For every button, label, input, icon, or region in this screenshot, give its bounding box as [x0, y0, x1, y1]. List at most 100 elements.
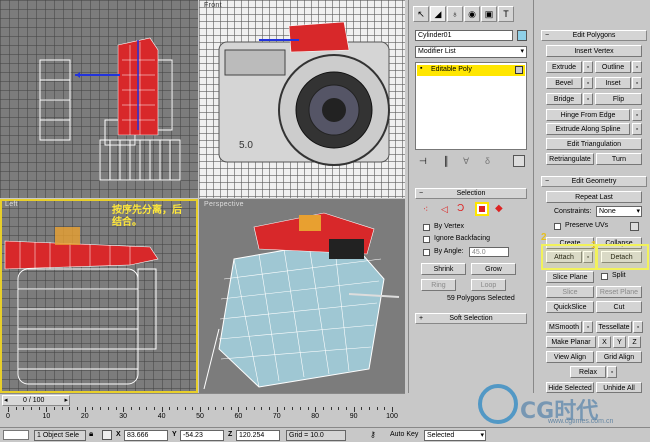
- view-align-button[interactable]: View Align: [546, 351, 594, 363]
- angle-spinner[interactable]: 45.0: [469, 247, 509, 257]
- insert-vertex-button[interactable]: Insert Vertex: [546, 45, 642, 57]
- utilities-icon[interactable]: T: [498, 6, 514, 22]
- hide-selected-button[interactable]: Hide Selected: [546, 382, 594, 393]
- stack-item-editable-poly[interactable]: ▪ Editable Poly: [417, 65, 525, 76]
- vertex-icon[interactable]: ⁖: [423, 204, 428, 215]
- quickslice-button[interactable]: QuickSlice: [546, 301, 594, 313]
- edge-icon[interactable]: ◁: [441, 204, 448, 215]
- loop-button[interactable]: Loop: [471, 279, 506, 291]
- outline-settings-button[interactable]: ▫: [632, 61, 642, 73]
- inset-settings-button[interactable]: ▫: [632, 77, 642, 89]
- x-coordinate[interactable]: 83.666: [124, 430, 168, 441]
- bevel-button[interactable]: Bevel: [546, 77, 582, 89]
- unhide-all-button[interactable]: Unhide All: [596, 382, 642, 393]
- bevel-settings-button[interactable]: ▫: [583, 77, 593, 89]
- front-view-camera: 5.0: [218, 21, 390, 166]
- selected-dropdown[interactable]: Selected ▾: [424, 430, 486, 441]
- constraints-dropdown[interactable]: None ▾: [596, 206, 642, 217]
- slice-button[interactable]: Slice: [546, 286, 594, 298]
- relax-button[interactable]: Relax: [570, 366, 606, 378]
- maxscript-icon[interactable]: [3, 430, 29, 440]
- planar-y-button[interactable]: Y: [613, 336, 626, 348]
- relax-settings-button[interactable]: ▫: [607, 366, 617, 378]
- planar-z-button[interactable]: Z: [628, 336, 641, 348]
- preserve-uvs-checkbox[interactable]: [554, 223, 561, 230]
- stack-toolbar: ⊣ ║ ∀ δ: [415, 154, 527, 170]
- outline-button[interactable]: Outline: [595, 61, 631, 73]
- make-unique-icon[interactable]: ∀: [463, 156, 469, 167]
- perspective-mesh: [203, 212, 400, 390]
- bridge-settings-button[interactable]: ▫: [583, 93, 593, 105]
- extrude-spline-settings-button[interactable]: ▫: [632, 123, 642, 135]
- show-end-result-icon[interactable]: ║: [443, 156, 449, 166]
- msmooth-button[interactable]: MSmooth: [546, 321, 582, 333]
- ignore-backfacing-checkbox[interactable]: [423, 236, 430, 243]
- repeat-last-button[interactable]: Repeat Last: [546, 191, 642, 203]
- object-color-swatch[interactable]: [517, 30, 527, 41]
- polygon-icon[interactable]: [475, 202, 489, 216]
- extrude-settings-button[interactable]: ▫: [583, 61, 593, 73]
- absolute-mode-icon[interactable]: [102, 430, 112, 440]
- slice-plane-button[interactable]: Slice Plane: [546, 271, 594, 283]
- ring-button[interactable]: Ring: [421, 279, 456, 291]
- y-coordinate[interactable]: -54.23: [180, 430, 224, 441]
- cut-button[interactable]: Cut: [596, 301, 642, 313]
- border-icon[interactable]: Ɔ: [457, 203, 464, 214]
- inset-button[interactable]: Inset: [595, 77, 631, 89]
- viewport-perspective[interactable]: Perspective: [199, 199, 405, 393]
- selection-rollout-header[interactable]: − Selection: [415, 188, 527, 199]
- flip-button[interactable]: Flip: [595, 93, 642, 105]
- make-planar-button[interactable]: Make Planar: [546, 336, 596, 348]
- element-icon[interactable]: ◆: [495, 203, 503, 214]
- grow-button[interactable]: Grow: [471, 263, 516, 275]
- soft-selection-rollout-header[interactable]: + Soft Selection: [415, 313, 527, 324]
- edit-geometry-header[interactable]: − Edit Geometry: [541, 176, 647, 187]
- by-vertex-checkbox[interactable]: [423, 224, 430, 231]
- track-bar[interactable]: 0 10 20 30 40 50 60 70 80 90 100: [0, 407, 405, 427]
- remove-modifier-icon[interactable]: δ: [485, 156, 490, 166]
- timeline-minor-tick: [230, 407, 232, 410]
- timeline-tick: [46, 407, 48, 412]
- msmooth-settings-button[interactable]: ▫: [583, 321, 593, 333]
- timeline-tick: [84, 407, 86, 412]
- modifier-list-dropdown[interactable]: Modifier List ▾: [415, 46, 527, 58]
- motion-icon[interactable]: ◉: [464, 6, 480, 22]
- turn-button[interactable]: Turn: [596, 153, 642, 165]
- time-slider[interactable]: ◂ 0 / 100 ▸: [0, 393, 405, 406]
- extrude-button[interactable]: Extrude: [546, 61, 582, 73]
- display-icon[interactable]: ▣: [481, 6, 497, 22]
- chevron-down-icon: ▾: [636, 208, 640, 215]
- time-slider-thumb[interactable]: ◂ 0 / 100 ▸: [2, 395, 70, 406]
- preserve-uvs-settings-button[interactable]: [630, 222, 639, 231]
- reset-plane-button[interactable]: Reset Plane: [596, 286, 642, 298]
- by-angle-checkbox[interactable]: [423, 249, 430, 256]
- planar-x-button[interactable]: X: [598, 336, 611, 348]
- edit-triangulation-button[interactable]: Edit Triangulation: [546, 138, 642, 150]
- object-name-field[interactable]: Cylinder01: [415, 30, 513, 41]
- prev-frame-icon: ◂: [4, 397, 8, 404]
- z-coordinate[interactable]: 120.254: [236, 430, 280, 441]
- create-icon[interactable]: ↖: [413, 6, 429, 22]
- hinge-from-edge-button[interactable]: Hinge From Edge: [546, 109, 630, 121]
- key-icon[interactable]: ⚷: [370, 430, 376, 439]
- auto-key-button[interactable]: Auto Key: [390, 431, 418, 438]
- shrink-button[interactable]: Shrink: [421, 263, 466, 275]
- stack-item-label: Editable Poly: [431, 66, 472, 73]
- modify-icon[interactable]: ◢: [430, 6, 446, 22]
- retriangulate-button[interactable]: Retriangulate: [546, 153, 594, 165]
- extrude-along-spline-button[interactable]: Extrude Along Spline: [546, 123, 630, 135]
- hinge-settings-button[interactable]: ▫: [632, 109, 642, 121]
- viewport-top[interactable]: [0, 0, 198, 198]
- grid-align-button[interactable]: Grid Align: [596, 351, 642, 363]
- hierarchy-icon[interactable]: ♁: [447, 6, 463, 22]
- viewport-front[interactable]: Front 5.0: [199, 0, 405, 198]
- viewport-left[interactable]: Left 按序先分离，后 结合。: [0, 199, 198, 393]
- lock-icon[interactable]: 🔒︎: [89, 429, 93, 439]
- bridge-button[interactable]: Bridge: [546, 93, 582, 105]
- pin-stack-icon[interactable]: ⊣: [419, 156, 427, 167]
- tessellate-settings-button[interactable]: ▫: [633, 321, 643, 333]
- configure-modifier-sets-icon[interactable]: [513, 155, 525, 167]
- split-checkbox[interactable]: [601, 273, 608, 280]
- edit-polygons-header[interactable]: − Edit Polygons: [541, 30, 647, 41]
- tessellate-button[interactable]: Tessellate: [596, 321, 632, 333]
